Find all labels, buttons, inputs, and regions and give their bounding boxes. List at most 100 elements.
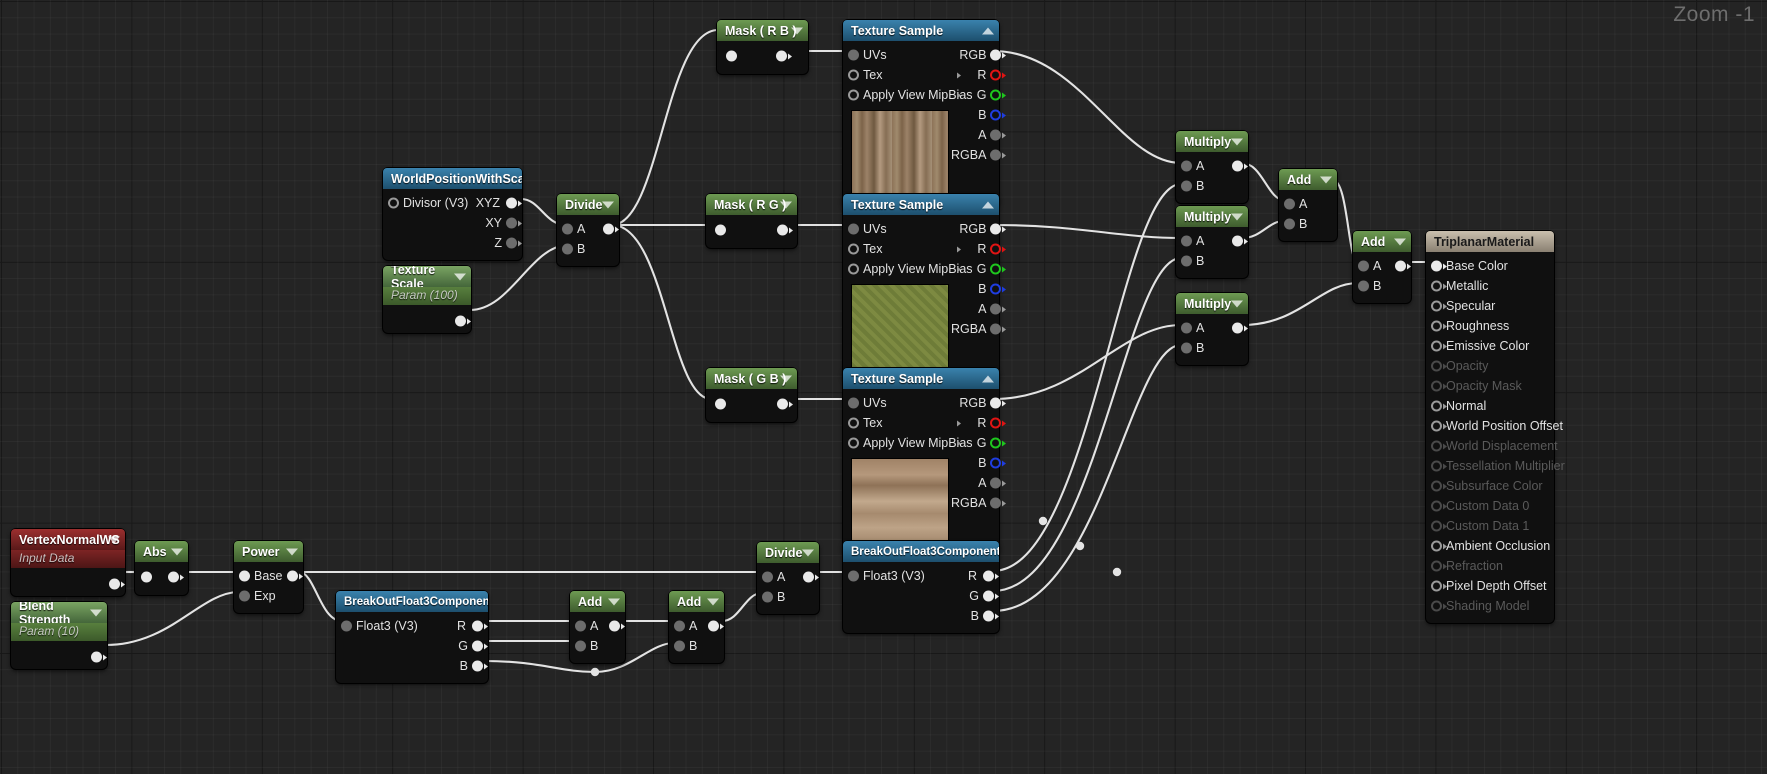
pin-row-a[interactable]: A [669,616,724,636]
input-pin-icon[interactable] [1181,235,1192,247]
pin-row-b[interactable]: B [1279,214,1337,234]
output-pin-icon[interactable] [990,109,1002,121]
pin-row-g[interactable]: G [951,259,1006,279]
output-pin-icon[interactable] [777,224,788,236]
pin-row-r[interactable]: R [951,239,1006,259]
input-pin-icon[interactable] [562,223,573,235]
node-header[interactable]: Blend Strength [11,602,107,623]
input-pin-icon[interactable] [1284,198,1295,210]
node-texture-sample-2[interactable]: Texture Sample UVs Tex Apply View MipBia… [843,194,1002,380]
chevron-up-icon[interactable] [982,375,994,382]
input-pin-icon[interactable] [848,397,956,409]
input-pin-icon[interactable] [1181,342,1192,354]
material-pin-row[interactable]: Ambient Occlusion [1426,536,1554,556]
pin-row-uvs[interactable]: UVs [843,393,951,413]
output-pin-icon[interactable] [990,437,1002,449]
pin-row-a[interactable]: A [951,473,1006,493]
input-pin-icon[interactable] [1358,280,1369,292]
node-header[interactable]: Divide [557,194,619,215]
output-pin-icon[interactable] [990,283,1002,295]
node-texture-sample-3[interactable]: Texture Sample UVs Tex Apply View MipBia… [843,368,1002,554]
node-power[interactable]: Power Base Exp [234,541,303,613]
material-input-pin-icon[interactable] [1431,420,1442,432]
pin-row-base[interactable]: Base [234,566,303,586]
node-header[interactable]: Multiply [1176,293,1248,314]
node-add-bottom-2[interactable]: Add A B [669,591,724,663]
input-pin-icon[interactable] [848,243,956,255]
material-pin-row[interactable]: Base Color [1426,256,1554,276]
node-header[interactable]: Add [570,591,625,612]
pin-row-b[interactable]: B [843,606,999,626]
material-input-pin-icon[interactable] [1431,340,1442,352]
input-pin-icon[interactable] [1181,180,1192,192]
node-material-output[interactable]: TriplanarMaterial Base Color Metallic Spec… [1426,231,1565,623]
output-pin-icon[interactable] [91,651,102,663]
node-blend-strength[interactable]: Blend Strength Param (10) [11,602,107,669]
output-pin-icon[interactable] [983,590,994,602]
chevron-up-icon[interactable] [982,27,994,34]
node-breakout-float3-2[interactable]: BreakOutFloat3Components Float3 (V3) R G… [843,541,999,633]
node-vertex-normal-ws[interactable]: VertexNormalWS Input Data [11,529,125,596]
pin-row-z[interactable]: Z [383,233,522,253]
material-pin-row[interactable]: Subsurface Color [1426,476,1554,496]
pin-row-g[interactable]: G [843,586,999,606]
input-pin-icon[interactable] [848,223,956,235]
node-mask-rg[interactable]: Mask ( R G ) [706,194,797,248]
material-pin-row[interactable]: Pixel Depth Offset [1426,576,1554,596]
pin-row-maskio[interactable] [717,45,808,67]
input-pin-icon[interactable] [848,570,859,582]
chevron-down-icon[interactable] [1320,176,1332,183]
input-pin-icon[interactable] [1181,255,1192,267]
pin-row-b[interactable]: B [669,636,724,656]
chevron-down-icon[interactable] [108,536,120,543]
material-input-pin-icon[interactable] [1431,400,1442,412]
material-pin-row[interactable]: Opacity [1426,356,1554,376]
chevron-up-icon[interactable] [982,201,994,208]
node-texture-sample-1[interactable]: Texture Sample UVs Tex Apply View MipBia… [843,20,1002,206]
material-input-pin-icon[interactable] [1431,360,1442,372]
material-input-pin-icon[interactable] [1431,260,1442,272]
node-header[interactable]: Mask ( R B ) [717,20,808,41]
input-pin-icon[interactable] [762,591,773,603]
output-pin-icon[interactable] [803,571,814,583]
output-pin-icon[interactable] [990,477,1002,489]
node-header[interactable]: Abs [135,541,188,562]
node-add-bottom-1[interactable]: Add A B [570,591,625,663]
node-multiply-3[interactable]: Multiply A B [1176,293,1248,365]
material-pin-row[interactable]: Metallic [1426,276,1554,296]
output-pin-icon[interactable] [472,640,483,652]
chevron-down-icon[interactable] [780,375,792,382]
pin-row-rgb[interactable]: RGB [951,393,1006,413]
material-input-pin-icon[interactable] [1431,460,1442,472]
node-header[interactable]: Divide [757,542,819,563]
chevron-down-icon[interactable] [286,548,298,555]
output-pin-icon[interactable] [708,620,719,632]
material-pin-row[interactable]: Custom Data 0 [1426,496,1554,516]
material-pin-row[interactable]: Opacity Mask [1426,376,1554,396]
material-pin-row[interactable]: Shading Model [1426,596,1554,616]
output-pin-icon[interactable] [990,49,1002,61]
pin-row-tex[interactable]: Tex [843,65,951,85]
input-pin-icon[interactable] [848,49,956,61]
node-header[interactable]: TriplanarMaterial [1426,231,1554,252]
output-pin-icon[interactable] [472,620,483,632]
input-pin-icon[interactable] [715,224,726,236]
material-input-pin-icon[interactable] [1431,300,1442,312]
pin-row-rgb[interactable]: RGB [951,45,1006,65]
output-pin-icon[interactable] [506,197,517,209]
output-pin-icon[interactable] [777,398,788,410]
pin-row-b[interactable]: B [1353,276,1411,296]
input-pin-icon[interactable] [1358,260,1369,272]
output-pin-icon[interactable] [990,89,1002,101]
pin-row-tex[interactable]: Tex [843,413,951,433]
pin-row-a[interactable]: A [1279,194,1337,214]
input-pin-icon[interactable] [848,417,956,429]
pin-row-rgba[interactable]: RGBA [951,493,1006,513]
node-header[interactable]: Texture Sample [843,20,999,41]
pin-row-g[interactable]: G [951,433,1006,453]
output-pin-icon[interactable] [506,237,517,249]
node-header[interactable]: Texture Sample [843,194,999,215]
chevron-down-icon[interactable] [454,273,466,280]
material-input-pin-icon[interactable] [1431,580,1442,592]
output-pin-icon[interactable] [990,323,1002,335]
